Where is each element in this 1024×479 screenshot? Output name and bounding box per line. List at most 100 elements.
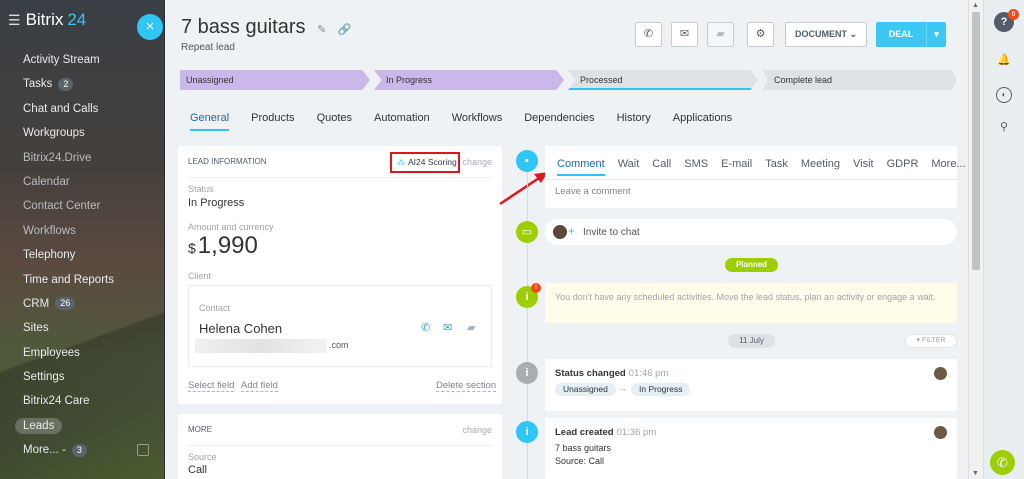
- sidebar-item-drive[interactable]: Bitrix24.Drive: [0, 146, 164, 170]
- sidebar-item-tasks[interactable]: Tasks 2: [0, 72, 164, 96]
- event-title-text: Lead created: [555, 427, 614, 438]
- sidebar: ☰ Bitrix 24 × Activity Stream Tasks 2 Cha…: [0, 0, 165, 479]
- tab-sms[interactable]: SMS: [684, 158, 708, 174]
- currency-symbol: $: [188, 240, 196, 256]
- sidebar-item-leads[interactable]: Leads: [0, 414, 164, 438]
- section-heading: LEAD INFORMATION: [188, 157, 267, 166]
- email-domain[interactable]: .com: [329, 340, 349, 350]
- menu-burger-icon[interactable]: ☰: [8, 12, 21, 29]
- sidebar-item-sites[interactable]: Sites: [0, 316, 164, 340]
- select-field-link[interactable]: Select field: [188, 380, 235, 392]
- sidebar-item-label: Bitrix24.Drive: [23, 151, 92, 164]
- planned-badge: Planned: [725, 258, 778, 272]
- tab-applications[interactable]: Applications: [673, 112, 732, 129]
- gear-icon: ⚙: [755, 28, 766, 40]
- search-icon[interactable]: ⚲: [994, 117, 1014, 137]
- sidebar-item-crm[interactable]: CRM 26: [0, 292, 164, 316]
- tab-gdpr[interactable]: GDPR: [887, 158, 919, 174]
- stage-in-progress[interactable]: In Progress: [374, 70, 564, 90]
- sidebar-item-chat-and-calls[interactable]: Chat and Calls: [0, 97, 164, 121]
- scrollbar-thumb[interactable]: [972, 12, 980, 270]
- tab-workflows[interactable]: Workflows: [452, 112, 503, 129]
- sidebar-item-bitrix24-care[interactable]: Bitrix24 Care: [0, 389, 164, 413]
- filter-button[interactable]: ▾ FILTER: [905, 334, 957, 348]
- sidebar-item-workflows[interactable]: Workflows: [0, 219, 164, 243]
- tab-call[interactable]: Call: [652, 158, 671, 174]
- email-button[interactable]: ✉: [671, 22, 698, 47]
- chat-bubble-icon: ▭: [516, 221, 538, 243]
- tab-comment[interactable]: Comment: [557, 158, 605, 176]
- caret-down-icon[interactable]: ▾: [926, 22, 946, 47]
- contact-name[interactable]: Helena Cohen: [199, 321, 282, 336]
- tab-wait[interactable]: Wait: [618, 158, 640, 174]
- counter-badge: 26: [55, 297, 76, 311]
- stage-complete-lead[interactable]: Complete lead: [762, 70, 957, 90]
- arrow-right-icon: →: [618, 383, 627, 393]
- status-pipeline: Unassigned In Progress Processed Complet…: [180, 70, 957, 90]
- add-field-link[interactable]: Add field: [241, 380, 278, 392]
- change-link[interactable]: change: [462, 425, 492, 435]
- sidebar-item-label: Workgroups: [23, 127, 85, 140]
- envelope-icon[interactable]: ✉: [443, 321, 452, 334]
- tab-meeting[interactable]: Meeting: [801, 158, 840, 174]
- avatar: [934, 426, 947, 439]
- phone-icon[interactable]: ✆: [421, 321, 430, 334]
- tab-history[interactable]: History: [617, 112, 651, 129]
- avatar: [934, 367, 947, 380]
- ai-scoring-button[interactable]: ⁂ AI24 Scoring: [390, 152, 460, 173]
- change-link[interactable]: change: [462, 157, 492, 167]
- divider: [545, 179, 957, 180]
- sidebar-item-more[interactable]: More... - 3: [0, 438, 164, 462]
- sidebar-item-activity-stream[interactable]: Activity Stream: [0, 48, 164, 72]
- tab-quotes[interactable]: Quotes: [317, 112, 352, 129]
- amount-value: $1,990: [188, 232, 258, 260]
- sidebar-item-time-and-reports[interactable]: Time and Reports: [0, 268, 164, 292]
- comment-icon: ▪: [516, 150, 538, 172]
- sidebar-item-label: Tasks: [23, 78, 53, 91]
- tab-visit[interactable]: Visit: [853, 158, 874, 174]
- amount-number: 1,990: [197, 232, 258, 259]
- source-label: Source: [188, 452, 217, 462]
- open-lines-icon[interactable]: ◐: [996, 87, 1012, 103]
- tab-email[interactable]: E-mail: [721, 158, 752, 174]
- link-icon[interactable]: 🔗: [338, 24, 352, 36]
- phone-call-icon[interactable]: ✆: [990, 450, 1015, 475]
- sidebar-item-contact-center[interactable]: Contact Center: [0, 194, 164, 218]
- document-button[interactable]: DOCUMENT ⌄: [785, 22, 867, 47]
- status-value: In Progress: [188, 197, 245, 209]
- tab-dependencies[interactable]: Dependencies: [524, 112, 594, 129]
- logo[interactable]: ☰ Bitrix 24: [8, 10, 86, 30]
- stage-unassigned[interactable]: Unassigned: [180, 70, 370, 90]
- deal-button[interactable]: DEAL ▾: [876, 22, 946, 47]
- ai-scoring-label: AI24 Scoring: [408, 157, 457, 167]
- event-title: Lead created 01:36 pm: [555, 427, 656, 438]
- tab-products[interactable]: Products: [251, 112, 294, 129]
- scroll-up-icon[interactable]: ▲: [972, 2, 979, 9]
- sidebar-item-employees[interactable]: Employees: [0, 341, 164, 365]
- delete-section-link[interactable]: Delete section: [436, 380, 497, 392]
- chevron-down-icon: ⌄: [849, 29, 858, 39]
- bell-icon[interactable]: 🔔: [994, 50, 1014, 70]
- settings-button[interactable]: ⚙: [747, 22, 774, 47]
- invite-to-chat[interactable]: + Invite to chat: [545, 219, 957, 245]
- vertical-scrollbar[interactable]: ▲ ▼: [968, 0, 983, 479]
- call-button[interactable]: ✆: [635, 22, 662, 47]
- stage-processed[interactable]: Processed: [568, 70, 758, 90]
- tab-general[interactable]: General: [190, 112, 230, 131]
- date-badge: 11 July: [728, 334, 775, 348]
- sidebar-item-workgroups[interactable]: Workgroups: [0, 121, 164, 145]
- pencil-icon[interactable]: ✎: [317, 24, 326, 36]
- sidebar-item-label: Sites: [23, 322, 49, 335]
- tab-task[interactable]: Task: [765, 158, 788, 174]
- scroll-down-icon[interactable]: ▼: [972, 470, 979, 477]
- chat-button[interactable]: ▰: [707, 22, 734, 47]
- status-label: Status: [188, 184, 214, 194]
- sidebar-item-telephony[interactable]: Telephony: [0, 243, 164, 267]
- sidebar-item-settings[interactable]: Settings: [0, 365, 164, 389]
- tab-automation[interactable]: Automation: [374, 112, 430, 129]
- comment-input[interactable]: Leave a comment: [555, 186, 631, 197]
- sidebar-settings-icon[interactable]: [137, 444, 149, 457]
- chat-icon[interactable]: ▰: [467, 321, 475, 334]
- close-slider-button[interactable]: ×: [137, 14, 163, 40]
- sidebar-item-calendar[interactable]: Calendar: [0, 170, 164, 194]
